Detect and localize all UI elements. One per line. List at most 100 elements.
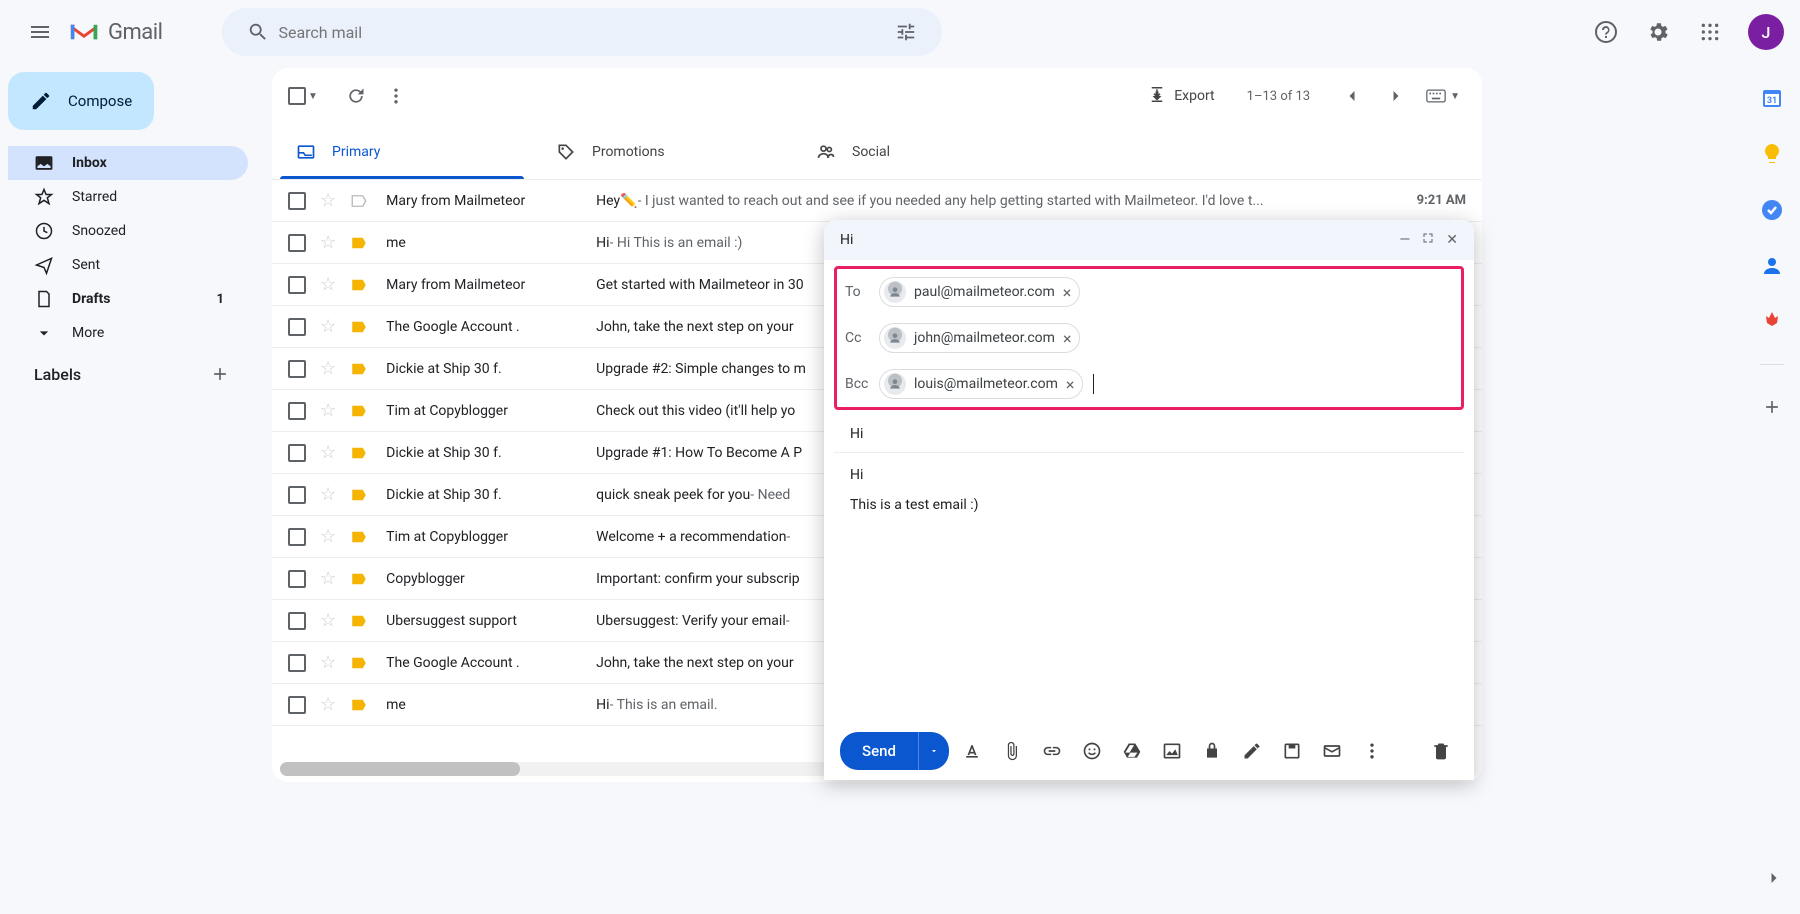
row-checkbox[interactable] [288,318,306,336]
search-bar[interactable] [222,8,942,56]
important-icon[interactable] [350,570,368,588]
row-checkbox[interactable] [288,696,306,714]
important-icon[interactable] [350,360,368,378]
signature-icon[interactable] [1235,734,1269,768]
image-icon[interactable] [1155,734,1189,768]
tab-primary[interactable]: Primary [272,124,532,179]
row-checkbox[interactable] [288,612,306,630]
row-checkbox[interactable] [288,570,306,588]
sidebar-item-sent[interactable]: Sent [8,248,248,282]
important-icon[interactable] [350,696,368,714]
main-menu-button[interactable] [16,8,64,56]
remove-cc-icon[interactable]: × [1063,329,1072,348]
export-button[interactable]: Export [1138,81,1224,111]
row-checkbox[interactable] [288,654,306,672]
fullscreen-icon[interactable] [1422,232,1434,248]
important-icon[interactable] [350,528,368,546]
send-button[interactable]: Send [840,732,918,770]
star-icon[interactable]: ☆ [320,400,336,421]
star-icon[interactable]: ☆ [320,610,336,631]
support-icon[interactable] [1584,10,1628,54]
row-checkbox[interactable] [288,444,306,462]
formatting-icon[interactable] [955,734,989,768]
compose-subject-input[interactable]: Hi [834,416,1464,453]
collapse-sidepanel-button[interactable] [1764,868,1784,888]
apps-icon[interactable] [1688,10,1732,54]
star-icon[interactable]: ☆ [320,652,336,673]
sidebar-item-starred[interactable]: Starred [8,180,248,214]
remove-to-icon[interactable]: × [1063,283,1072,302]
add-addon-button[interactable] [1758,393,1786,421]
next-page-button[interactable] [1376,76,1416,116]
settings-icon[interactable] [1636,10,1680,54]
add-label-button[interactable] [210,364,230,384]
search-options-icon[interactable] [886,12,926,52]
row-checkbox[interactable] [288,276,306,294]
schedule-icon[interactable] [1315,734,1349,768]
gmail-logo[interactable]: Gmail [68,20,162,45]
important-icon[interactable] [350,486,368,504]
search-icon[interactable] [238,12,278,52]
search-input[interactable] [278,23,886,42]
email-row[interactable]: ☆Mary from MailmeteorHey ✏️ - I just wan… [272,180,1482,222]
keep-app-icon[interactable] [1758,140,1786,168]
calendar-app-icon[interactable]: 31 [1758,84,1786,112]
link-icon[interactable] [1035,734,1069,768]
row-checkbox[interactable] [288,402,306,420]
account-avatar[interactable]: J [1748,14,1784,50]
star-icon[interactable]: ☆ [320,442,336,463]
star-icon[interactable]: ☆ [320,694,336,715]
row-checkbox[interactable] [288,486,306,504]
refresh-button[interactable] [336,76,376,116]
compose-more-icon[interactable] [1355,734,1389,768]
important-icon[interactable] [350,444,368,462]
star-icon[interactable]: ☆ [320,274,336,295]
addon-app-icon[interactable] [1758,308,1786,336]
important-icon[interactable] [350,276,368,294]
sidebar-item-more[interactable]: More [8,316,248,350]
sidebar-item-inbox[interactable]: Inbox [8,146,248,180]
emoji-icon[interactable] [1075,734,1109,768]
tab-promotions[interactable]: Promotions [532,124,792,179]
close-icon[interactable]: ✕ [1446,232,1458,248]
row-checkbox[interactable] [288,528,306,546]
important-icon[interactable] [350,612,368,630]
row-checkbox[interactable] [288,234,306,252]
sidebar-item-drafts[interactable]: Drafts1 [8,282,248,316]
star-icon[interactable]: ☆ [320,568,336,589]
confidential-icon[interactable] [1195,734,1229,768]
prev-page-button[interactable] [1332,76,1372,116]
sidebar-item-snoozed[interactable]: Snoozed [8,214,248,248]
row-checkbox[interactable] [288,192,306,210]
to-recipient-chip[interactable]: paul@mailmeteor.com × [879,277,1080,307]
drive-icon[interactable] [1115,734,1149,768]
cc-recipient-chip[interactable]: john@mailmeteor.com × [879,323,1080,353]
minimize-icon[interactable]: — [1399,232,1410,248]
compose-button[interactable]: Compose [8,72,154,130]
star-icon[interactable]: ☆ [320,316,336,337]
more-button[interactable] [376,76,416,116]
important-icon[interactable] [350,654,368,672]
row-checkbox[interactable] [288,360,306,378]
star-icon[interactable]: ☆ [320,526,336,547]
star-icon[interactable]: ☆ [320,358,336,379]
bcc-recipient-chip[interactable]: louis@mailmeteor.com × [879,369,1083,399]
important-icon[interactable] [350,234,368,252]
important-icon[interactable] [350,402,368,420]
contacts-app-icon[interactable] [1758,252,1786,280]
important-icon[interactable] [350,318,368,336]
star-icon[interactable]: ☆ [320,232,336,253]
attach-icon[interactable] [995,734,1029,768]
tab-social[interactable]: Social [792,124,1052,179]
star-icon[interactable]: ☆ [320,190,336,211]
select-dropdown-icon[interactable]: ▼ [308,91,318,102]
select-all-checkbox[interactable] [288,87,306,105]
input-tools-button[interactable]: ▼ [1420,85,1466,107]
compose-body[interactable]: Hi This is a test email :) [834,453,1464,722]
discard-draft-icon[interactable] [1424,734,1458,768]
send-options-button[interactable] [918,732,949,770]
star-icon[interactable]: ☆ [320,484,336,505]
important-icon[interactable] [350,192,368,210]
remove-bcc-icon[interactable]: × [1066,375,1075,394]
tasks-app-icon[interactable] [1758,196,1786,224]
